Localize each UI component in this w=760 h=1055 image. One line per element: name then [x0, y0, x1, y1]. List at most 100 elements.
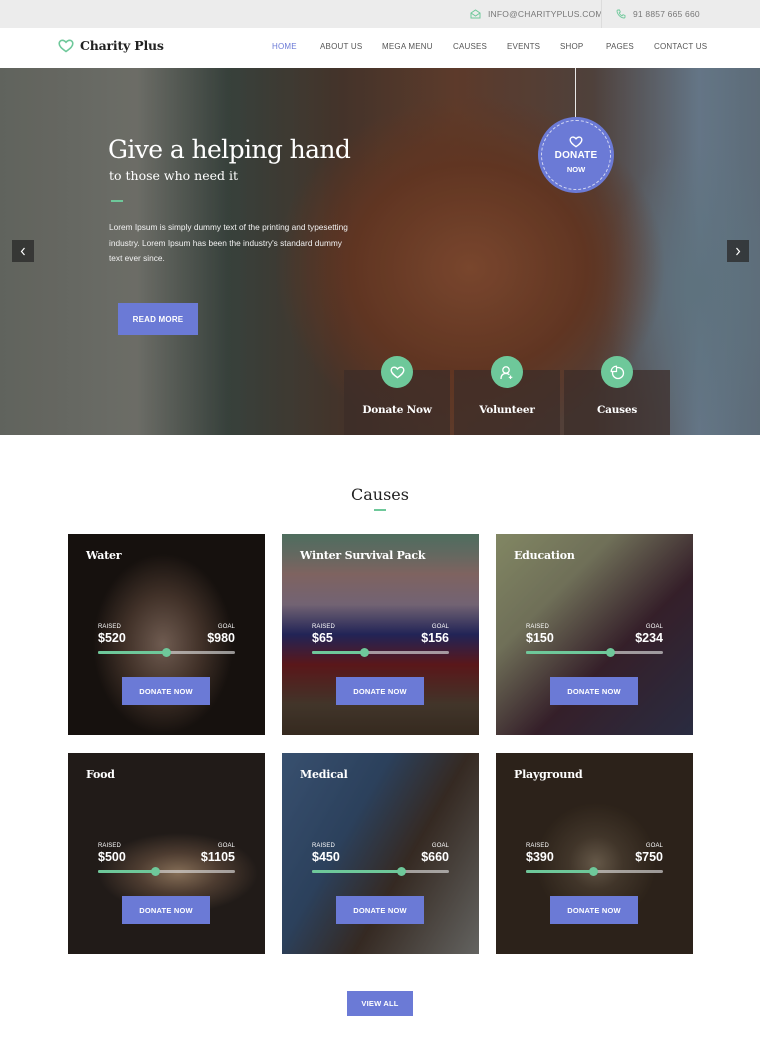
goal-amount: $750 — [635, 850, 663, 864]
feature-volunteer[interactable]: Volunteer — [454, 356, 560, 435]
user-plus-icon — [500, 365, 513, 379]
nav-item-about-us[interactable]: ABOUT US — [320, 42, 362, 51]
cause-title: Playground — [514, 768, 583, 781]
goal-amount: $660 — [421, 850, 449, 864]
goal-label: GOAL — [217, 843, 235, 849]
heart-icon — [58, 38, 74, 52]
envelope-open-icon — [470, 9, 481, 19]
goal-label: GOAL — [645, 624, 663, 630]
slider-next-button[interactable] — [727, 240, 749, 262]
feature-causes[interactable]: Causes — [564, 356, 670, 435]
phone-text: 91 8857 665 660 — [633, 9, 700, 19]
feature-label: Causes — [596, 404, 638, 416]
raised-label: RAISED — [526, 843, 549, 849]
section-underline — [374, 509, 386, 511]
raised-label: RAISED — [526, 624, 549, 630]
donate-now-button[interactable]: DONATE NOW — [122, 677, 210, 705]
view-all-button[interactable]: VIEW ALL — [347, 991, 413, 1016]
raised-amount: $520 — [98, 631, 126, 645]
hero-slider: Give a helping hand to those who need it… — [0, 68, 760, 435]
nav-item-causes[interactable]: CAUSES — [453, 42, 487, 51]
cause-card-medical[interactable]: Medical RAISED GOAL $450 $660 DONATE NOW — [282, 753, 479, 954]
cause-card-education[interactable]: Education RAISED GOAL $150 $234 DONATE NOW — [496, 534, 693, 735]
nav-item-events[interactable]: EVENTS — [507, 42, 540, 51]
nav-item-contact-us[interactable]: CONTACT US — [654, 42, 707, 51]
chevron-left-icon — [20, 247, 25, 255]
goal-amount: $156 — [421, 631, 449, 645]
cause-card-winter-survival-pack[interactable]: Winter Survival Pack RAISED GOAL $65 $156 DON… — [282, 534, 479, 735]
goal-label: GOAL — [431, 624, 449, 630]
heart-icon — [389, 366, 405, 378]
cause-title: Water — [86, 549, 122, 562]
progress-knob — [396, 867, 406, 876]
brand-name: Charity Plus — [80, 38, 164, 53]
goal-amount: $234 — [635, 631, 663, 645]
progress-fill — [98, 651, 167, 654]
progress-fill — [526, 651, 611, 654]
donate-now-button[interactable]: DONATE NOW — [336, 677, 424, 705]
progress-bar — [312, 867, 449, 876]
progress-bar — [526, 867, 663, 876]
raised-amount: $65 — [312, 631, 333, 645]
progress-knob — [151, 867, 161, 876]
heart-icon — [569, 136, 583, 148]
progress-knob — [359, 648, 369, 657]
progress-fill — [312, 651, 365, 654]
feature-label: Donate Now — [362, 404, 432, 416]
raised-label: RAISED — [312, 843, 335, 849]
nav-item-home[interactable]: HOME — [272, 42, 297, 51]
donate-now-button[interactable]: DONATE NOW — [122, 896, 210, 924]
email-text: INFO@CHARITYPLUS.COM — [488, 9, 603, 19]
cause-title: Food — [86, 768, 115, 781]
feature-icon-circle — [601, 356, 633, 388]
raised-amount: $450 — [312, 850, 340, 864]
feature-donate-now[interactable]: Donate Now — [344, 356, 450, 435]
progress-bar — [526, 648, 663, 657]
progress-bar — [312, 648, 449, 657]
goal-label: GOAL — [645, 843, 663, 849]
progress-bar — [98, 648, 235, 657]
goal-amount: $980 — [207, 631, 235, 645]
donate-now-badge[interactable]: DONATE NOW — [538, 117, 614, 193]
cause-card-water[interactable]: Water RAISED GOAL $520 $980 DONATE NOW — [68, 534, 265, 735]
donate-now-button[interactable]: DONATE NOW — [550, 677, 638, 705]
hero-subtitle: to those who need it — [109, 168, 238, 183]
nav-item-mega-menu[interactable]: MEGA MENU — [382, 42, 433, 51]
donate-now-button[interactable]: DONATE NOW — [550, 896, 638, 924]
raised-label: RAISED — [312, 624, 335, 630]
raised-label: RAISED — [98, 624, 121, 630]
cause-title: Medical — [300, 768, 348, 781]
progress-knob — [162, 648, 171, 657]
progress-knob — [588, 867, 598, 876]
feature-icon-circle — [491, 356, 523, 388]
donate-badge-string — [575, 68, 576, 118]
slider-prev-button[interactable] — [12, 240, 34, 262]
cause-title: Winter Survival Pack — [300, 549, 426, 562]
read-more-button[interactable]: READ MORE — [118, 303, 198, 335]
cause-card-food[interactable]: Food RAISED GOAL $500 $1105 DONATE NOW — [68, 753, 265, 954]
raised-amount: $500 — [98, 850, 126, 864]
logo[interactable]: Charity Plus — [58, 38, 164, 53]
progress-bar — [98, 867, 235, 876]
raised-amount: $150 — [526, 631, 554, 645]
contact-phone[interactable]: 91 8857 665 660 — [616, 0, 700, 28]
feature-label: Volunteer — [479, 404, 535, 416]
main-navigation: Charity Plus HOME ABOUT US MEGA MENU CAU… — [0, 28, 760, 68]
nav-item-pages[interactable]: PAGES — [606, 42, 634, 51]
nav-item-shop[interactable]: SHOP — [560, 42, 583, 51]
goal-amount: $1105 — [200, 850, 235, 864]
cause-title: Education — [514, 549, 575, 562]
donate-now-button[interactable]: DONATE NOW — [336, 896, 424, 924]
chevron-right-icon — [736, 247, 741, 255]
raised-label: RAISED — [98, 843, 121, 849]
donate-badge-line2: NOW — [566, 165, 586, 174]
progress-fill — [526, 870, 594, 873]
causes-section-title: Causes — [351, 485, 409, 504]
phone-icon — [616, 9, 626, 19]
goal-label: GOAL — [431, 843, 449, 849]
contact-email[interactable]: INFO@CHARITYPLUS.COM — [470, 0, 603, 28]
hero-title: Give a helping hand — [108, 135, 351, 164]
goal-label: GOAL — [217, 624, 235, 630]
top-bar: INFO@CHARITYPLUS.COM 91 8857 665 660 — [0, 0, 760, 28]
cause-card-playground[interactable]: Playground RAISED GOAL $390 $750 DONATE NOW — [496, 753, 693, 954]
